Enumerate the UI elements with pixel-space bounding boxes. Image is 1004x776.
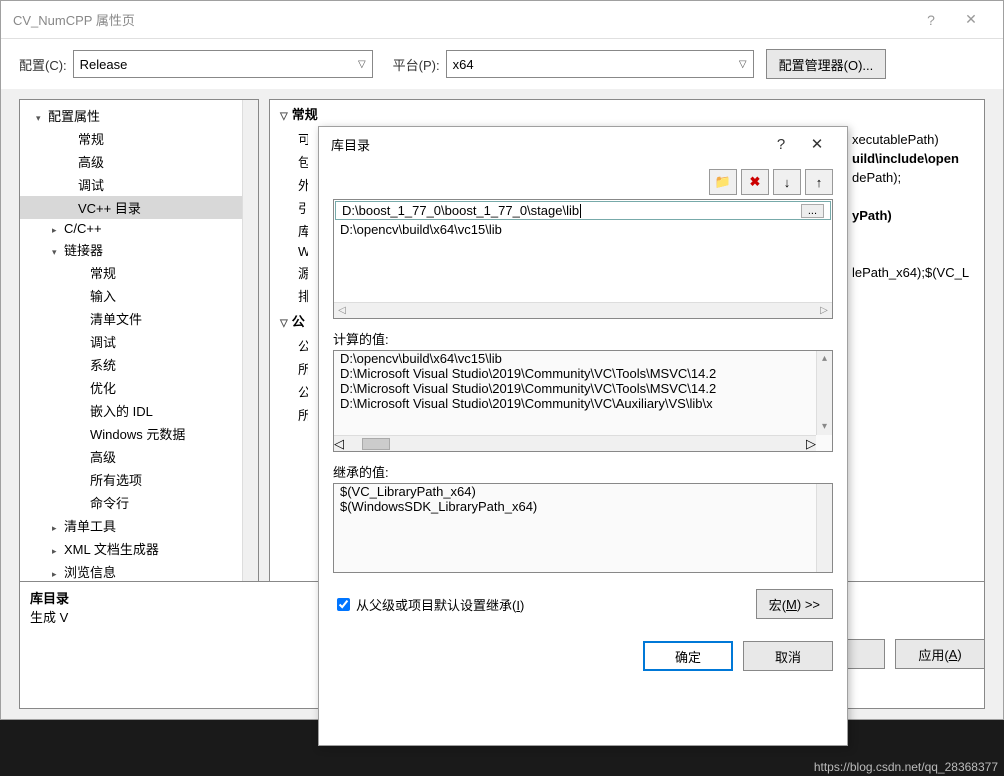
macro-button[interactable]: 宏(M) >> [756,589,833,619]
tree-item[interactable]: ▾配置属性 [20,104,242,127]
config-value: Release [80,57,128,72]
help-button[interactable]: ? [911,12,951,28]
tree-item[interactable]: 常规 [20,127,242,150]
paths-edit-list[interactable]: D:\boost_1_77_0\boost_1_77_0\stage\lib .… [333,199,833,319]
path-line-editing[interactable]: D:\boost_1_77_0\boost_1_77_0\stage\lib .… [335,201,831,220]
inherit-vscroll[interactable] [816,484,832,572]
cancel-button[interactable]: 取消 [743,641,833,671]
tree-item[interactable]: 清单文件 [20,307,242,330]
library-dirs-dialog: 库目录 ? ✕ 📁 ✖ ↓ ↑ D:\boost_1_77_0\boost_1_… [318,126,848,746]
tree-item[interactable]: 系统 [20,353,242,376]
inherit-line: $(VC_LibraryPath_x64) [334,484,832,499]
path-line[interactable]: D:\opencv\build\x64\vc15\lib [334,221,832,238]
tree-item[interactable]: 高级 [20,445,242,468]
tree-item[interactable]: ▸浏览信息 [20,560,242,583]
main-titlebar: CV_NumCPP 属性页 ? ✕ [1,1,1003,39]
prop-value-tail: lePath_x64);$(VC_L [844,263,984,282]
prop-value-tail [844,244,984,263]
new-line-button[interactable]: 📁 [709,169,737,195]
prop-value-tail [844,187,984,206]
dialog-titlebar: 库目录 ? ✕ [319,127,847,161]
dialog-toolbar: 📁 ✖ ↓ ↑ [333,169,833,195]
dialog-help-button[interactable]: ? [763,136,799,153]
inherited-label: 继承的值: [333,462,833,481]
calc-line: D:\opencv\build\x64\vc15\lib [334,351,832,366]
browse-button[interactable]: ... [801,204,824,218]
section-general[interactable]: ▽常规 [270,100,984,127]
config-manager-button[interactable]: 配置管理器(O)... [766,49,887,79]
tree-item[interactable]: ▸C/C++ [20,219,242,238]
delete-line-button[interactable]: ✖ [741,169,769,195]
calc-vscroll[interactable]: ▴▾ [816,351,832,435]
dialog-title: 库目录 [331,135,763,154]
config-row: 配置(C): Release ▽ 平台(P): x64 ▽ 配置管理器(O)..… [1,39,1003,89]
tree-item[interactable]: ▸清单工具 [20,514,242,537]
config-combo[interactable]: Release ▽ [73,50,373,78]
calc-line: D:\Microsoft Visual Studio\2019\Communit… [334,396,832,411]
inherit-checkbox[interactable] [337,598,350,611]
platform-combo[interactable]: x64 ▽ [446,50,754,78]
calculated-label: 计算的值: [333,329,833,348]
tree-item[interactable]: Windows 元数据 [20,422,242,445]
tree-item[interactable]: 命令行 [20,491,242,514]
chevron-down-icon: ▽ [739,59,747,70]
prop-value-tail: uild\include\open [844,149,984,168]
tree-item[interactable]: ▾链接器 [20,238,242,261]
platform-label: 平台(P): [393,55,440,74]
prop-value-tail: xecutablePath) [844,130,984,149]
tree-panel: ▾配置属性常规高级调试VC++ 目录▸C/C++▾链接器常规输入清单文件调试系统… [19,99,259,639]
watermark: https://blog.csdn.net/qq_28368377 [814,760,998,774]
ok-button[interactable]: 确定 [643,641,733,671]
tree-item[interactable]: 调试 [20,173,242,196]
tree-item[interactable]: VC++ 目录 [20,196,242,219]
tree-item[interactable]: 嵌入的 IDL [20,399,242,422]
config-label: 配置(C): [19,55,67,74]
tree-item[interactable]: 所有选项 [20,468,242,491]
calc-hscroll[interactable]: ◁▷ [334,435,816,451]
chevron-down-icon: ▽ [358,59,366,70]
tree-item[interactable]: 输入 [20,284,242,307]
tree-item[interactable]: 高级 [20,150,242,173]
edit-hscroll[interactable]: ◁▷ [334,302,832,318]
calculated-list: D:\opencv\build\x64\vc15\lib D:\Microsof… [333,350,833,452]
prop-value-tail: dePath); [844,168,984,187]
prop-value-tail [844,225,984,244]
move-up-button[interactable]: ↑ [805,169,833,195]
tree-item[interactable]: 优化 [20,376,242,399]
config-tree[interactable]: ▾配置属性常规高级调试VC++ 目录▸C/C++▾链接器常规输入清单文件调试系统… [20,100,242,638]
inherit-check-label: 从父级或项目默认设置继承(I) [356,595,524,614]
dialog-close-button[interactable]: ✕ [799,135,835,153]
main-title: CV_NumCPP 属性页 [13,10,911,29]
inherited-list: $(VC_LibraryPath_x64) $(WindowsSDK_Libra… [333,483,833,573]
apply-button[interactable]: 应用(A) [895,639,985,669]
move-down-button[interactable]: ↓ [773,169,801,195]
prop-value-tail: yPath) [844,206,984,225]
close-button[interactable]: ✕ [951,11,991,28]
tree-scrollbar[interactable] [242,100,258,638]
dialog-footer: 确定 取消 [319,641,847,685]
tree-item[interactable]: ▸XML 文档生成器 [20,537,242,560]
calc-line: D:\Microsoft Visual Studio\2019\Communit… [334,381,832,396]
inherit-check-row: 从父级或项目默认设置继承(I) 宏(M) >> [333,589,833,619]
inherit-line: $(WindowsSDK_LibraryPath_x64) [334,499,832,514]
tree-item[interactable]: 调试 [20,330,242,353]
platform-value: x64 [453,57,474,72]
tree-item[interactable]: 常规 [20,261,242,284]
calc-line: D:\Microsoft Visual Studio\2019\Communit… [334,366,832,381]
dialog-body: 📁 ✖ ↓ ↑ D:\boost_1_77_0\boost_1_77_0\sta… [319,161,847,641]
